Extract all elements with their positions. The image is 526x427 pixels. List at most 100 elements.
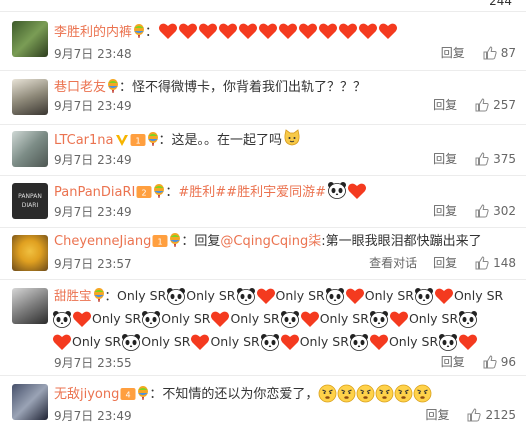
user-avatar[interactable] (12, 131, 48, 167)
only-sr-text: Only SR (364, 288, 414, 303)
heart-emoji-icon (378, 22, 398, 46)
comment-item: 李胜利的内裤： 9月7日 23:48 回复 87 (0, 11, 526, 71)
heart-emoji-icon (369, 333, 389, 357)
username[interactable]: LTCar1na (54, 133, 114, 148)
comment-item: CheyenneJiang 1 ：回复@CqingCqing柒:第一眼我眼泪都快蹦出… (0, 228, 526, 280)
view-dialog-button[interactable]: 查看对话 (369, 254, 417, 271)
fan-badge-icon: 2 (136, 185, 152, 205)
reply-button[interactable]: 回复 (433, 202, 457, 219)
angry-emoji-row (318, 384, 432, 403)
mention-link[interactable]: @CqingCqing柒 (220, 234, 321, 249)
comment-text: 怪不得微博卡，你背着我们出轨了？？？ (132, 80, 367, 95)
comment-time: 9月7日 23:49 (54, 99, 132, 113)
like-count: 96 (500, 354, 516, 369)
svg-text:4: 4 (126, 391, 131, 400)
svg-text:PANPAN: PANPAN (18, 193, 42, 200)
comment-actions: 回复 375 (417, 150, 516, 167)
svg-text:1: 1 (158, 238, 163, 247)
balloon-badge-icon (137, 386, 149, 407)
reply-prefix: 回复 (194, 234, 221, 249)
only-sr-text: Only SR (141, 334, 191, 349)
like-count: 87 (500, 45, 516, 60)
fan-badge-icon: 1 (130, 133, 146, 153)
reply-button[interactable]: 回复 (425, 406, 449, 423)
like-button[interactable]: 96 (483, 355, 516, 369)
like-button[interactable]: 257 (475, 98, 516, 112)
comment-actions: 回复 87 (425, 44, 516, 61)
user-avatar[interactable] (12, 21, 48, 57)
username[interactable]: 李胜利的内裤 (54, 25, 132, 40)
comment-item: PANPAN DIARI PanPanDiaRI 2 ：#胜利##胜利宇爱同游# 9月… (0, 176, 526, 228)
like-button[interactable]: 87 (483, 46, 516, 60)
angry-emoji-icon (375, 384, 394, 409)
only-sr-text: Only SR (275, 288, 325, 303)
like-button[interactable]: 148 (475, 256, 516, 270)
heart-emoji-icon (280, 333, 300, 357)
reply-button[interactable]: 回复 (441, 44, 465, 61)
like-count: 375 (493, 151, 516, 166)
angry-emoji-icon (356, 384, 375, 409)
only-sr-text: Only SR (186, 288, 236, 303)
only-sr-text: Only SR (299, 334, 349, 349)
previous-like[interactable]: 244 (489, 0, 512, 8)
user-avatar[interactable] (12, 288, 48, 324)
heart-emoji-icon (158, 22, 178, 46)
username[interactable]: 巷口老友 (54, 80, 106, 95)
username[interactable]: CheyenneJiang (54, 234, 151, 249)
like-count: 302 (493, 203, 516, 218)
user-avatar[interactable] (12, 79, 48, 115)
only-sr-text: Only SR (161, 311, 211, 326)
like-button[interactable]: 302 (475, 204, 516, 218)
comment-time: 9月7日 23:55 (54, 356, 132, 370)
balloon-badge-icon (153, 184, 165, 205)
username[interactable]: PanPanDiaRI (54, 185, 135, 200)
reply-button[interactable]: 回复 (433, 96, 457, 113)
thumbs-up-icon (475, 255, 489, 269)
angry-emoji-icon (318, 384, 337, 409)
reply-button[interactable]: 回复 (433, 254, 457, 271)
comment-actions: 回复 302 (417, 202, 516, 219)
comment-time: 9月7日 23:49 (54, 409, 132, 423)
heart-emoji-icon (218, 22, 238, 46)
topic-link[interactable]: #胜利# (178, 185, 226, 200)
heart-emoji-icon (198, 22, 218, 46)
comment-actions: 查看对话 回复 148 (353, 254, 516, 271)
reply-button[interactable]: 回复 (441, 353, 465, 370)
user-avatar[interactable] (12, 235, 48, 271)
like-button[interactable]: 375 (475, 152, 516, 166)
only-sr-text: Only SR (72, 334, 122, 349)
comment-content: 李胜利的内裤： (54, 22, 518, 46)
panda-emoji-icon (327, 181, 347, 205)
heart-emoji-icon (178, 22, 198, 46)
only-sr-text: Only SR (117, 288, 167, 303)
svg-text:1: 1 (135, 137, 140, 146)
comment-list: 244 李胜利的内裤： 9月7日 23:48 回复 87 巷口老友 ：怪不得微博卡… (0, 0, 526, 427)
heart-emoji-icon (298, 22, 318, 46)
balloon-badge-icon (93, 288, 105, 309)
svg-text:2: 2 (142, 189, 147, 198)
heart-emoji-icon (338, 22, 358, 46)
comment-content: CheyenneJiang 1 ：回复@CqingCqing柒:第一眼我眼泪都快蹦出… (54, 233, 518, 254)
thumbs-up-icon (475, 151, 489, 165)
fan-badge-icon: 1 (152, 234, 168, 254)
username[interactable]: 无敌jiyong (54, 387, 119, 402)
comment-time: 9月7日 23:57 (54, 257, 132, 271)
thumbs-up-icon (483, 45, 497, 59)
comment-actions: 回复 2125 (409, 406, 516, 423)
angry-emoji-icon (337, 384, 356, 409)
reply-button[interactable]: 回复 (433, 150, 457, 167)
user-avatar[interactable] (12, 384, 48, 420)
topic-link[interactable]: #胜利宇爱同游# (226, 185, 326, 200)
heart-emoji-icon (358, 22, 378, 46)
only-sr-text: Only SR (210, 334, 260, 349)
comment-time: 9月7日 23:49 (54, 153, 132, 167)
only-sr-text: Only SR (230, 311, 280, 326)
heart-emoji-icon (258, 22, 278, 46)
comment-time: 9月7日 23:48 (54, 47, 132, 61)
like-count: 257 (493, 97, 516, 112)
fan-badge-icon: 4 (120, 387, 136, 407)
like-button[interactable]: 2125 (467, 408, 516, 422)
user-avatar[interactable]: PANPAN DIARI (12, 183, 48, 219)
cat-emoji-icon (283, 129, 301, 153)
username[interactable]: 甜胜宝 (54, 288, 92, 303)
